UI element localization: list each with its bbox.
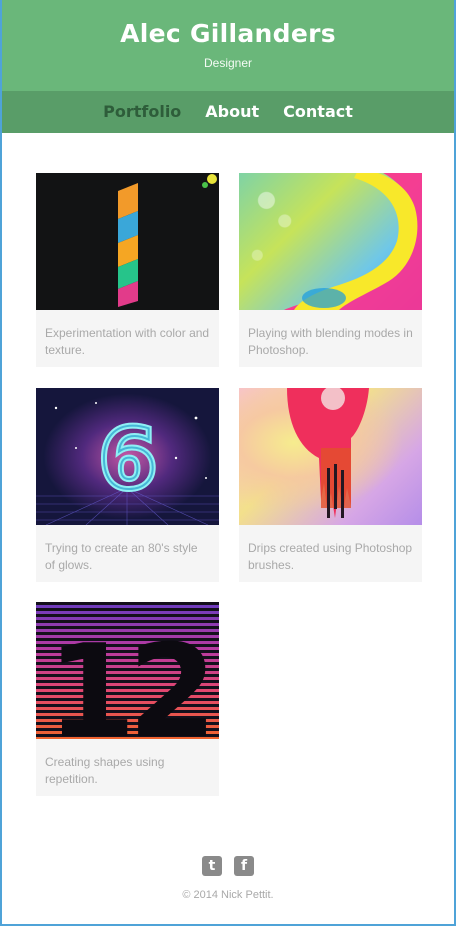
gallery-caption: Drips created using Photoshop brushes. <box>248 541 413 572</box>
gallery-item[interactable]: Playing with blending modes in Photoshop… <box>239 173 422 367</box>
gallery-caption: Trying to create an 80's style of glows. <box>45 541 198 572</box>
site-header: Alec Gillanders Designer <box>2 0 454 91</box>
nav-link-about[interactable]: About <box>205 91 259 133</box>
site-subtitle: Designer <box>203 56 253 70</box>
gallery-caption: Playing with blending modes in Photoshop… <box>248 326 413 357</box>
nav-link-portfolio[interactable]: Portfolio <box>103 91 181 133</box>
numeral-9-art-image[interactable] <box>239 388 422 525</box>
numeral-12-art-image[interactable]: 12 <box>36 602 219 739</box>
window-frame-left <box>0 0 2 926</box>
gallery-item[interactable]: 6 6 Trying to create an 80's style of gl… <box>36 388 219 582</box>
gallery-item[interactable]: 12 Creating shapes using repetition. <box>36 602 219 796</box>
svg-text:6: 6 <box>99 410 157 508</box>
nav-link-contact[interactable]: Contact <box>283 91 353 133</box>
site-title[interactable]: Alec Gillanders <box>2 0 454 49</box>
facebook-icon[interactable]: f <box>234 856 254 876</box>
gallery-item[interactable]: Drips created using Photoshop brushes. <box>239 388 422 582</box>
copyright-text: © 2014 Nick Pettit. <box>182 889 274 901</box>
site-footer: tf © 2014 Nick Pettit. <box>2 856 454 902</box>
gallery-item[interactable]: Experimentation with color and texture. <box>36 173 219 367</box>
numeral-1-art-image[interactable] <box>36 173 219 310</box>
numeral-6-art-image[interactable]: 6 6 <box>36 388 219 525</box>
gallery-caption: Experimentation with color and texture. <box>45 326 210 357</box>
svg-text:12: 12 <box>47 618 209 739</box>
gallery-caption: Creating shapes using repetition. <box>45 755 165 786</box>
main-nav: Portfolio About Contact <box>2 91 454 133</box>
numeral-2-art-image[interactable] <box>239 173 422 310</box>
twitter-icon[interactable]: t <box>202 856 222 876</box>
